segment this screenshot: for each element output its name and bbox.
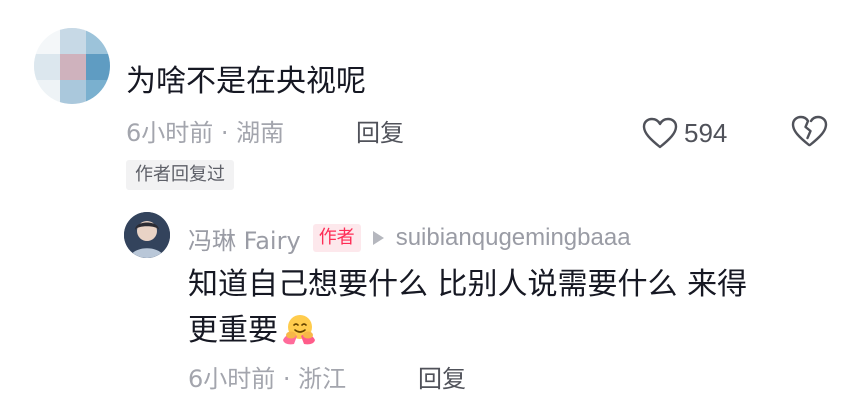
- avatar-mosaic-tile: [86, 28, 110, 54]
- avatar-mosaic-tile: [86, 80, 110, 104]
- avatar-mosaic-tile: [86, 54, 110, 80]
- reply-username[interactable]: 冯琳 Fairy: [188, 221, 301, 256]
- play-arrow-icon: [372, 231, 384, 245]
- avatar-mosaic-tile: [34, 54, 60, 80]
- like-count: 594: [684, 117, 728, 148]
- author-replied-tag: 作者回复过: [126, 160, 234, 190]
- reply-text: 知道自己想要什么 比别人说需要什么 来得 更重要: [188, 262, 828, 354]
- reply-meta: 6小时前 · 浙江: [188, 365, 347, 393]
- hugging-face-icon: [283, 315, 315, 345]
- reply-text-line2: 更重要: [188, 308, 828, 354]
- commenter-avatar[interactable]: [34, 28, 110, 104]
- reply-text-line1: 知道自己想要什么 比别人说需要什么 来得: [188, 267, 748, 302]
- reply-text-line2-content: 更重要: [188, 313, 278, 348]
- avatar-mosaic-tile: [34, 28, 60, 54]
- reply-reply-button[interactable]: 回复: [418, 362, 466, 396]
- like-button[interactable]: 594: [642, 114, 727, 152]
- avatar-mosaic-tile: [60, 80, 86, 104]
- comment-meta: 6小时前 · 湖南: [126, 119, 285, 147]
- reply-header: 冯琳 Fairy 作者 suibianqugemingbaaa: [188, 220, 631, 256]
- author-badge: 作者: [312, 224, 361, 252]
- broken-heart-icon[interactable]: [790, 114, 828, 152]
- heart-icon: [642, 117, 678, 149]
- reply-button[interactable]: 回复: [356, 116, 404, 150]
- author-avatar[interactable]: [124, 212, 170, 258]
- reply-to-username[interactable]: suibianqugemingbaaa: [396, 224, 631, 252]
- avatar-mosaic-tile: [60, 54, 86, 80]
- avatar-mosaic-tile: [34, 80, 60, 104]
- comment-text: 为啥不是在央视呢: [126, 64, 366, 99]
- avatar-mosaic-tile: [60, 28, 86, 54]
